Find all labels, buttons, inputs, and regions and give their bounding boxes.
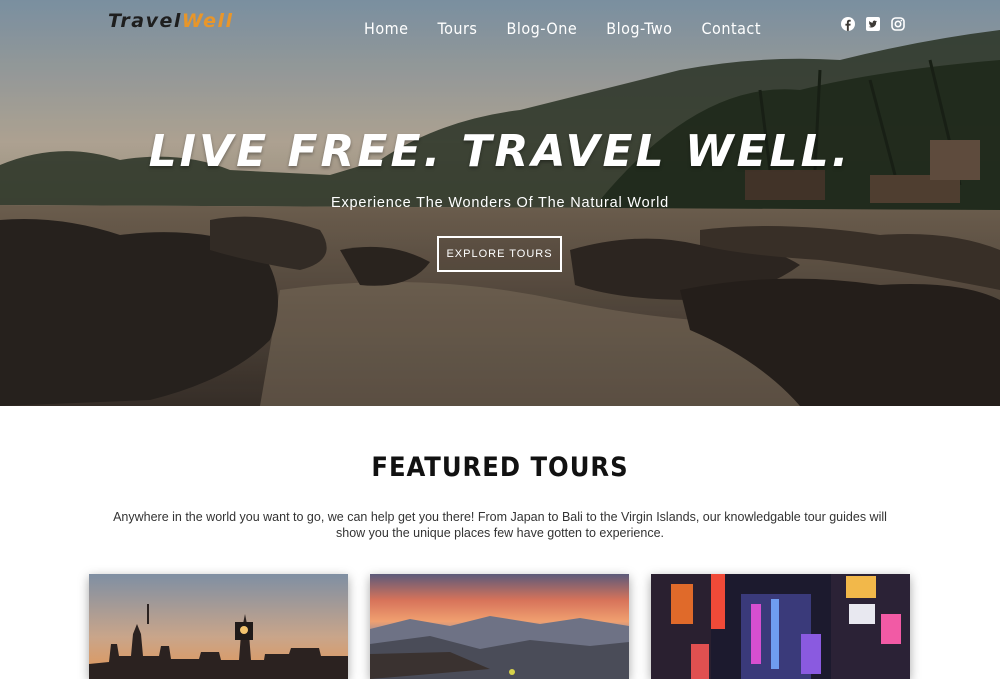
- featured-tours-description: Anywhere in the world you want to go, we…: [113, 510, 887, 540]
- logo-text-travel: Travel: [108, 10, 182, 32]
- hero-subtitle: Experience The Wonders Of The Natural Wo…: [331, 195, 669, 211]
- tour-card-image: [370, 574, 629, 679]
- main-navigation: Home Tours Blog-One Blog-Two Contact: [364, 18, 761, 40]
- tour-cards: [89, 574, 911, 679]
- nav-contact[interactable]: Contact: [701, 18, 761, 40]
- tour-card-image: [651, 574, 910, 679]
- nav-blog-two[interactable]: Blog-Two: [606, 18, 672, 40]
- explore-tours-button[interactable]: EXPLORE TOURS: [437, 236, 562, 272]
- nav-tours[interactable]: Tours: [438, 18, 478, 40]
- tour-card-tokyo[interactable]: [651, 574, 910, 679]
- tour-card-mountains[interactable]: [370, 574, 629, 679]
- site-logo[interactable]: TravelWell: [108, 10, 234, 32]
- featured-tours-heading: FEATURED TOURS: [371, 452, 629, 483]
- nav-home[interactable]: Home: [364, 18, 409, 40]
- nav-blog-one[interactable]: Blog-One: [506, 18, 577, 40]
- social-links: [841, 17, 905, 31]
- twitter-icon[interactable]: [866, 17, 880, 31]
- tour-card-image: [89, 574, 348, 679]
- logo-text-well: Well: [181, 10, 234, 32]
- instagram-icon[interactable]: [891, 17, 905, 31]
- facebook-icon[interactable]: [841, 17, 855, 31]
- hero-banner: TravelWell Home Tours Blog-One Blog-Two …: [0, 0, 1000, 406]
- tour-card-london[interactable]: [89, 574, 348, 679]
- hero-title: LIVE FREE. TRAVEL WELL.: [148, 126, 852, 177]
